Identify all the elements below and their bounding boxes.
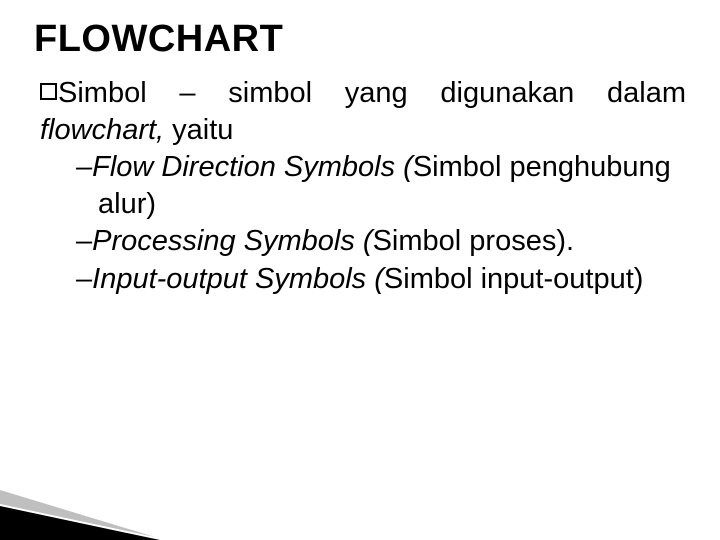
- slide-title: FLOWCHART: [34, 18, 686, 61]
- list-item: –Input-output Symbols (Simbol input-outp…: [76, 261, 686, 298]
- intro-em: flowchart,: [40, 114, 164, 146]
- dash-icon: –: [76, 263, 92, 295]
- dash-icon: –: [76, 151, 92, 183]
- slide-content: FLOWCHART Simbol – simbol yang digunakan…: [0, 0, 720, 298]
- item-plain: Simbol proses).: [373, 225, 574, 257]
- intro-lead: Simbol: [58, 77, 147, 109]
- corner-wedge-icon: [0, 490, 160, 540]
- intro-paragraph: Simbol – simbol yang digunakan dalam flo…: [40, 75, 686, 149]
- intro-mid2: yaitu: [164, 114, 233, 146]
- item-plain: Simbol input-output): [384, 263, 644, 295]
- items-list: –Flow Direction Symbols (Simbol penghubu…: [40, 149, 686, 297]
- item-em: Input-output Symbols (: [92, 263, 384, 295]
- bullet-square-icon: [40, 83, 57, 100]
- item-em: Processing Symbols (: [92, 225, 372, 257]
- item-em: Flow Direction Symbols (: [92, 151, 413, 183]
- dash-icon: –: [76, 225, 92, 257]
- list-item: –Processing Symbols (Simbol proses).: [76, 223, 686, 260]
- slide-body: Simbol – simbol yang digunakan dalam flo…: [34, 75, 686, 298]
- intro-mid1: – simbol yang digunakan dalam: [147, 77, 686, 109]
- list-item: –Flow Direction Symbols (Simbol penghubu…: [76, 149, 686, 223]
